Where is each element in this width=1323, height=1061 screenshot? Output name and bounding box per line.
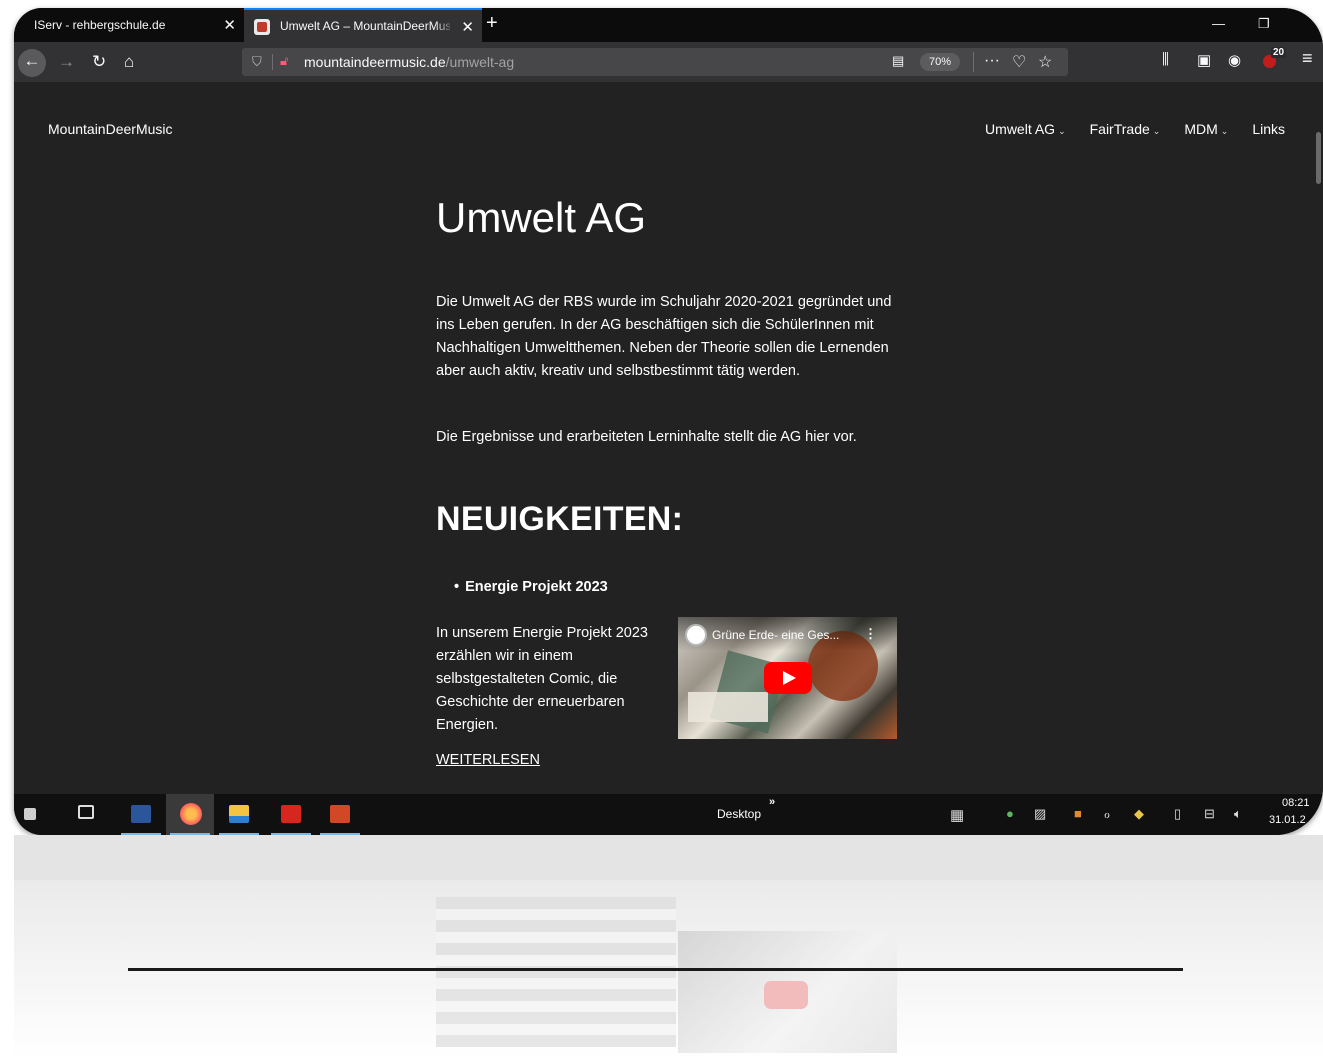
url-separator [272, 54, 273, 70]
reload-icon[interactable]: ↻ [92, 50, 106, 74]
url-path: /umwelt-ag [445, 54, 515, 70]
minimize-icon[interactable]: — [1212, 16, 1225, 31]
wifi-app-icon[interactable]: ℴ [1104, 806, 1110, 822]
usb-device-icon[interactable]: ▯ [1174, 806, 1181, 822]
windows-logo-icon [24, 808, 36, 820]
youtube-video-embed[interactable]: Grüne Erde- eine Ges... ⋮ [678, 617, 897, 739]
site-favicon-icon [254, 19, 270, 35]
tab-title-fade [434, 10, 456, 44]
page-title: Umwelt AG [436, 194, 647, 241]
desktop-toolbar-label[interactable]: Desktop [717, 807, 761, 821]
site-title[interactable]: MountainDeerMusic [48, 121, 173, 137]
windows-taskbar: Desktop » ▦ ● ▨ ■ ℴ ◆ ▯ ⊟ 🔈︎ 08:21 31.01… [14, 794, 1323, 835]
video-thumbnail-art [688, 692, 768, 722]
read-more-link[interactable]: WEITERLESEN [436, 752, 540, 768]
close-tab-icon[interactable]: ✕ [461, 18, 474, 36]
back-icon[interactable]: ← [18, 49, 46, 77]
task-view-icon [78, 805, 94, 819]
tab-bar: IServ - rehbergschule.de ✕ Umwelt AG – M… [14, 8, 1323, 44]
network-app-icon[interactable]: ● [1006, 806, 1014, 821]
more-options-icon[interactable]: ⋮ [864, 626, 877, 642]
channel-avatar[interactable] [685, 624, 707, 646]
news-text: In unserem Energie Projekt 2023 erzählen… [436, 625, 648, 733]
library-icon[interactable]: ⫼ [1162, 51, 1169, 68]
tab-umwelt-ag[interactable]: Umwelt AG – MountainDeerMusic ✕ [244, 8, 482, 44]
firefox-icon [180, 803, 202, 825]
menu-item-umwelt-ag[interactable]: Umwelt AG ⌄ [985, 121, 1066, 137]
insecure-lock-icon[interactable]: 🔓︎ [280, 53, 288, 69]
extension-badge-count: 20 [1271, 47, 1287, 58]
chevron-right-icon[interactable]: » [769, 796, 775, 808]
news-list-item: Energie Projekt 2023 [454, 579, 608, 595]
close-tab-icon[interactable]: ✕ [223, 16, 236, 34]
divider-line [128, 968, 1183, 971]
home-icon[interactable]: ⌂ [124, 50, 134, 74]
new-tab-icon[interactable]: + [486, 12, 498, 35]
security-shield-icon[interactable]: ◆ [1134, 806, 1144, 822]
url-host: mountaindeermusic.de [304, 54, 446, 70]
clock-time[interactable]: 08:21 [1282, 797, 1310, 809]
app-tray-icon[interactable]: ■ [1074, 806, 1082, 821]
url-separator [973, 52, 974, 72]
tab-title: IServ - rehbergschule.de [34, 18, 166, 32]
pen-tool-icon[interactable]: ▨ [1034, 806, 1046, 822]
taskbar-word[interactable] [117, 794, 165, 835]
menu-item-links[interactable]: Links [1252, 121, 1285, 137]
sidebar-icon[interactable]: ▣ [1197, 51, 1211, 69]
intro-paragraph: Die Umwelt AG der RBS wurde im Schuljahr… [436, 294, 892, 379]
network-icon[interactable]: ⊟ [1204, 806, 1215, 822]
zoom-level-badge[interactable]: 70% [920, 53, 961, 71]
chevron-down-icon: ⌄ [1152, 126, 1161, 136]
chevron-down-icon: ⌄ [1220, 126, 1229, 136]
results-paragraph: Die Ergebnisse und erarbeiteten Lerninha… [436, 429, 857, 445]
site-menu: Umwelt AG ⌄ FairTrade ⌄ MDM ⌄ Links [961, 121, 1285, 137]
hamburger-menu-icon[interactable]: ≡ [1302, 48, 1313, 69]
powerpoint-icon [330, 805, 350, 823]
reader-view-icon[interactable]: ▤ [892, 53, 904, 69]
forward-icon[interactable]: → [58, 50, 75, 74]
tracking-shield-icon[interactable]: ⛉ [252, 54, 262, 70]
menu-item-label: FairTrade [1089, 121, 1150, 137]
acrobat-icon [281, 805, 301, 823]
news-widget-icon[interactable]: ▦ [950, 806, 964, 824]
bookmark-star-icon[interactable]: ☆ [1038, 52, 1052, 72]
pocket-icon[interactable]: ♡ [1012, 52, 1026, 72]
scrollbar-thumb[interactable] [1316, 132, 1321, 184]
taskbar-acrobat[interactable] [267, 794, 315, 835]
page-actions-icon[interactable]: ··· [984, 52, 1000, 70]
url-text[interactable]: mountaindeermusic.de/umwelt-ag [304, 54, 514, 70]
volume-icon[interactable]: 🔈︎ [1234, 806, 1242, 822]
folder-icon [229, 805, 249, 823]
web-page: MountainDeerMusic Umwelt AG ⌄ FairTrade ⌄ … [14, 82, 1323, 794]
menu-item-label: Umwelt AG [985, 121, 1056, 137]
tab-title: Umwelt AG – MountainDeerMusic [280, 19, 450, 33]
word-icon [131, 805, 151, 823]
play-button-icon[interactable] [764, 662, 812, 694]
menu-item-mdm[interactable]: MDM ⌄ [1184, 121, 1228, 137]
tab-iserv[interactable]: IServ - rehbergschule.de ✕ [14, 8, 244, 42]
chevron-down-icon: ⌄ [1058, 126, 1066, 136]
clock-date[interactable]: 31.01.2 [1269, 814, 1306, 826]
screen: IServ - rehbergschule.de ✕ Umwelt AG – M… [14, 8, 1323, 835]
reflection-text [436, 897, 676, 1047]
navigation-bar: ← → ↻ ⌂ ⛉ 🔓︎ mountaindeermusic.de/umwelt… [14, 42, 1323, 82]
task-view-button[interactable] [64, 794, 112, 835]
restore-icon[interactable]: ❐ [1258, 16, 1270, 32]
start-button[interactable] [14, 794, 62, 835]
video-title[interactable]: Grüne Erde- eine Ges... [712, 628, 839, 642]
url-bar[interactable]: ⛉ 🔓︎ mountaindeermusic.de/umwelt-ag ▤ 70… [242, 48, 1068, 76]
reflection-taskbar [14, 835, 1323, 880]
screen-reflection [14, 835, 1323, 1061]
menu-item-label: Links [1252, 121, 1285, 137]
taskbar-powerpoint[interactable] [316, 794, 364, 835]
news-heading: NEUIGKEITEN: [436, 500, 684, 538]
menu-item-label: MDM [1184, 121, 1218, 137]
ublock-extension-icon[interactable]: 20 [1259, 47, 1287, 71]
account-icon[interactable]: ◉ [1228, 51, 1241, 69]
taskbar-file-explorer[interactable] [215, 794, 263, 835]
menu-item-fairtrade[interactable]: FairTrade ⌄ [1090, 121, 1161, 137]
taskbar-firefox[interactable] [166, 794, 214, 835]
reflection-play-icon [764, 981, 808, 1009]
